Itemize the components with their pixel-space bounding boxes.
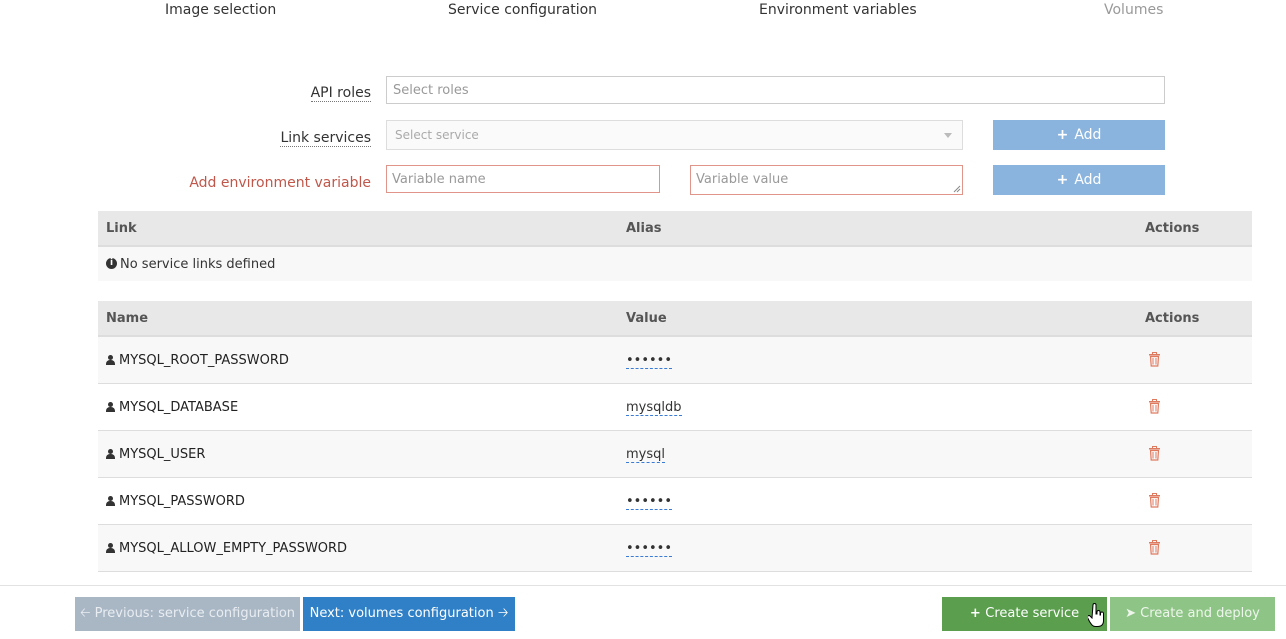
variable-value-textarea[interactable]: Variable value xyxy=(690,165,963,195)
variable-value[interactable]: mysqldb xyxy=(626,400,682,416)
previous-label: Previous: service configuration xyxy=(94,606,296,621)
column-link: Link xyxy=(106,221,137,236)
links-table-header: Link Alias Actions xyxy=(98,211,1252,247)
create-service-button[interactable]: + Create service xyxy=(942,597,1107,631)
step-environment-variables[interactable]: Environment variables xyxy=(759,2,917,18)
variable-value[interactable]: •••••• xyxy=(626,541,673,557)
trash-icon[interactable] xyxy=(1148,352,1161,367)
arrow-right-icon: 🡢 xyxy=(493,606,509,621)
column-alias: Alias xyxy=(626,221,662,236)
variable-name: MYSQL_ALLOW_EMPTY_PASSWORD xyxy=(106,541,347,556)
plus-icon: + xyxy=(1056,172,1069,188)
add-env-variable-label: Add xyxy=(1074,172,1102,188)
env-table-header: Name Value Actions xyxy=(98,301,1252,337)
user-icon xyxy=(106,496,115,506)
variable-name-text: MYSQL_PASSWORD xyxy=(119,494,245,509)
trash-icon[interactable] xyxy=(1148,540,1161,555)
column-value: Value xyxy=(626,311,667,326)
column-actions: Actions xyxy=(1145,311,1200,326)
links-empty-row: i No service links defined xyxy=(98,247,1252,281)
user-icon xyxy=(106,449,115,459)
trash-icon[interactable] xyxy=(1148,493,1161,508)
api-roles-input[interactable]: Select roles xyxy=(386,76,1165,104)
arrow-left-icon: 🡠 xyxy=(79,606,95,621)
resize-handle-icon[interactable] xyxy=(953,185,961,193)
table-row: MYSQL_ROOT_PASSWORD •••••• xyxy=(98,337,1252,384)
variable-value[interactable]: mysql xyxy=(626,447,665,463)
env-variable-label: Add environment variable xyxy=(189,175,371,191)
step-volumes[interactable]: Volumes xyxy=(1104,2,1163,18)
info-icon: i xyxy=(106,258,117,269)
trash-icon[interactable] xyxy=(1148,399,1161,414)
user-icon xyxy=(106,543,115,553)
add-link-button[interactable]: + Add xyxy=(993,120,1165,150)
link-services-select[interactable]: Select service xyxy=(386,120,963,150)
trash-icon[interactable] xyxy=(1148,446,1161,461)
links-table: Link Alias Actions i No service links de… xyxy=(98,211,1252,281)
variable-name: MYSQL_PASSWORD xyxy=(106,494,245,509)
variable-name-text: MYSQL_ALLOW_EMPTY_PASSWORD xyxy=(119,541,348,556)
variable-name-text: MYSQL_USER xyxy=(119,447,206,462)
link-services-label: Link services xyxy=(280,130,371,147)
user-icon xyxy=(106,402,115,412)
variable-name: MYSQL_USER xyxy=(106,447,205,462)
hand-cursor-icon xyxy=(1088,603,1104,627)
variable-name-text: MYSQL_ROOT_PASSWORD xyxy=(119,353,289,368)
chevron-down-icon xyxy=(944,133,952,138)
column-actions: Actions xyxy=(1145,221,1200,236)
link-services-placeholder: Select service xyxy=(395,128,479,142)
column-name: Name xyxy=(106,311,149,326)
create-and-deploy-label: Create and deploy xyxy=(1140,606,1260,621)
add-env-variable-button[interactable]: + Add xyxy=(993,165,1165,195)
create-service-label: Create service xyxy=(985,606,1080,621)
next-label: Next: volumes configuration xyxy=(309,606,494,621)
wizard-steps: Image selection Service configuration En… xyxy=(0,0,1286,22)
variable-value[interactable]: •••••• xyxy=(626,494,673,510)
plus-icon: + xyxy=(1056,127,1069,143)
rocket-icon: ➤ xyxy=(1125,606,1141,621)
variable-name-input[interactable]: Variable name xyxy=(386,165,660,193)
table-row: MYSQL_USER mysql xyxy=(98,431,1252,478)
next-button[interactable]: Next: volumes configuration 🡢 xyxy=(303,597,515,631)
variable-value[interactable]: •••••• xyxy=(626,353,673,369)
variable-value-placeholder: Variable value xyxy=(696,172,789,187)
user-icon xyxy=(106,355,115,365)
create-and-deploy-button[interactable]: ➤ Create and deploy xyxy=(1110,597,1275,631)
table-row: MYSQL_DATABASE mysqldb xyxy=(98,384,1252,431)
env-variables-table: Name Value Actions MYSQL_ROOT_PASSWORD ••… xyxy=(98,301,1252,572)
add-link-label: Add xyxy=(1074,127,1102,143)
variable-name: MYSQL_ROOT_PASSWORD xyxy=(106,353,289,368)
variable-name-text: MYSQL_DATABASE xyxy=(119,400,239,415)
table-row: MYSQL_ALLOW_EMPTY_PASSWORD •••••• xyxy=(98,525,1252,572)
table-row: MYSQL_PASSWORD •••••• xyxy=(98,478,1252,525)
empty-message: No service links defined xyxy=(120,257,276,272)
step-image-selection[interactable]: Image selection xyxy=(165,2,276,18)
api-roles-label: API roles xyxy=(310,85,371,102)
env-table-body: MYSQL_ROOT_PASSWORD •••••• MYSQL_DATABASE m… xyxy=(98,337,1252,572)
previous-button[interactable]: 🡠 Previous: service configuration xyxy=(75,597,300,631)
variable-name: MYSQL_DATABASE xyxy=(106,400,238,415)
plus-icon: + xyxy=(969,606,986,621)
step-service-configuration[interactable]: Service configuration xyxy=(448,2,597,18)
